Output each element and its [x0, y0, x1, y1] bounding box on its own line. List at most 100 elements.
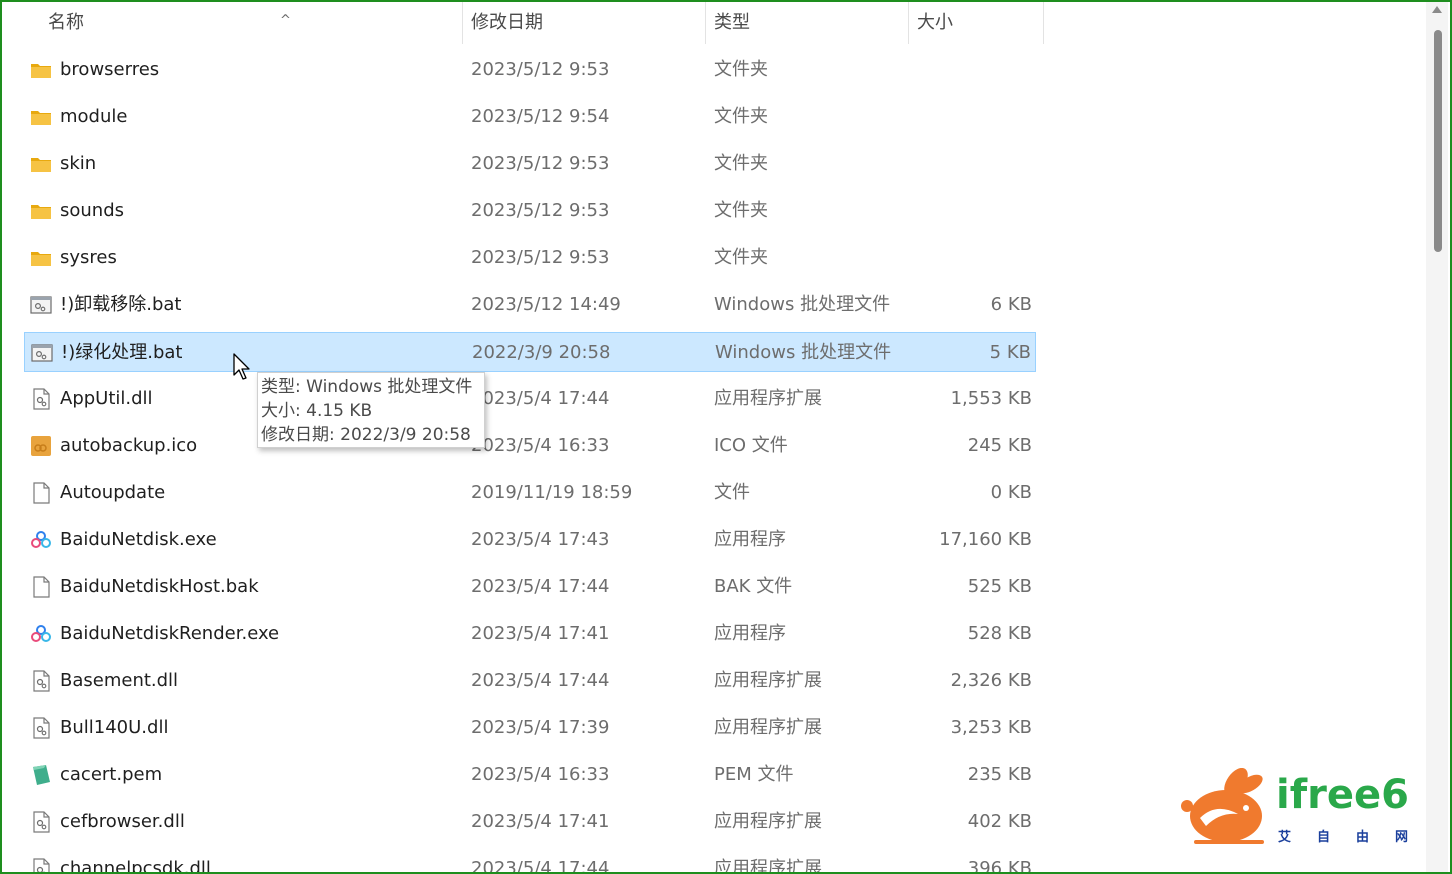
file-type: 应用程序扩展 — [714, 811, 822, 832]
file-name: browserres — [60, 59, 160, 80]
column-header-size-label: 大小 — [917, 12, 953, 33]
file-modified-date: 2023/5/4 16:33 — [471, 764, 610, 785]
file-modified-date: 2022/3/9 20:58 — [472, 342, 611, 363]
blank-file-icon — [30, 576, 52, 598]
file-type: BAK 文件 — [714, 576, 793, 597]
folder-icon — [30, 59, 52, 81]
file-size: 235 KB — [967, 764, 1032, 785]
folder-icon — [30, 200, 52, 222]
file-row[interactable]: autobackup.ico 2023/5/4 16:33 ICO 文件 245 KB — [24, 426, 1036, 466]
file-name: !)卸载移除.bat — [60, 294, 182, 315]
scrollbar-thumb[interactable] — [1434, 30, 1442, 252]
dll-file-icon — [30, 670, 52, 692]
baidu-netdisk-icon — [30, 623, 52, 645]
file-type: 文件夹 — [714, 153, 768, 174]
file-row[interactable]: cefbrowser.dll 2023/5/4 17:41 应用程序扩展 402 KB — [24, 802, 1036, 842]
file-row[interactable]: cacert.pem 2023/5/4 16:33 PEM 文件 235 KB — [24, 755, 1036, 795]
file-name: cacert.pem — [60, 764, 163, 785]
tooltip-type-line: 类型: Windows 批处理文件 — [261, 377, 473, 397]
file-modified-date: 2023/5/4 17:41 — [471, 811, 610, 832]
file-name: module — [60, 106, 128, 127]
file-row[interactable]: Bull140U.dll 2023/5/4 17:39 应用程序扩展 3,253 KB — [24, 708, 1036, 748]
scroll-up-arrow-icon[interactable] — [1432, 6, 1442, 13]
dll-file-icon — [30, 388, 52, 410]
batch-file-icon — [30, 294, 52, 316]
file-info-tooltip: 类型: Windows 批处理文件 大小: 4.15 KB 修改日期: 2022… — [257, 372, 485, 448]
column-divider[interactable] — [1043, 2, 1044, 44]
file-size: 17,160 KB — [939, 529, 1032, 550]
file-name: BaiduNetdiskHost.bak — [60, 576, 259, 597]
file-type: 文件夹 — [714, 200, 768, 221]
file-row[interactable]: BaiduNetdisk.exe 2023/5/4 17:43 应用程序 17,160… — [24, 520, 1036, 560]
file-name: BaiduNetdiskRender.exe — [60, 623, 280, 644]
file-explorer-window: 名称 ^ 修改日期 类型 大小 browserres 2023/5/12 9:53… — [2, 2, 1450, 872]
baidu-netdisk-icon — [30, 529, 52, 551]
file-row[interactable]: sounds 2023/5/12 9:53 文件夹 — [24, 191, 1036, 231]
watermark-subtitle-char: 艾 — [1278, 830, 1292, 845]
folder-icon — [30, 247, 52, 269]
file-modified-date: 2023/5/4 16:33 — [471, 435, 610, 456]
file-type: 应用程序扩展 — [714, 388, 822, 409]
dll-file-icon — [30, 858, 52, 872]
file-modified-date: 2023/5/4 17:39 — [471, 717, 610, 738]
watermark-subtitle: 艾 自 由 网 — [1278, 826, 1408, 845]
column-header-date[interactable]: 修改日期 — [463, 2, 706, 44]
file-name: autobackup.ico — [60, 435, 198, 456]
file-row[interactable]: BaiduNetdiskRender.exe 2023/5/4 17:41 应用程序… — [24, 614, 1036, 654]
file-row[interactable]: !)绿化处理.bat 2022/3/9 20:58 Windows 批处理文件 5 K… — [24, 332, 1036, 372]
tooltip-size-line: 大小: 4.15 KB — [261, 401, 373, 421]
mouse-pointer-icon — [233, 353, 250, 380]
file-row[interactable]: channelpcsdk.dll 2023/5/4 17:44 应用程序扩展 396 … — [24, 849, 1036, 872]
file-row[interactable]: skin 2023/5/12 9:53 文件夹 — [24, 144, 1036, 184]
file-row[interactable]: browserres 2023/5/12 9:53 文件夹 — [24, 50, 1036, 90]
file-type: 文件 — [714, 482, 750, 503]
file-modified-date: 2023/5/4 17:44 — [471, 858, 610, 872]
file-modified-date: 2023/5/4 17:43 — [471, 529, 610, 550]
file-modified-date: 2023/5/12 9:53 — [471, 200, 610, 221]
file-type: 文件夹 — [714, 247, 768, 268]
file-name: sysres — [60, 247, 117, 268]
file-type: PEM 文件 — [714, 764, 794, 785]
file-type: 应用程序 — [714, 623, 786, 644]
file-name: channelpcsdk.dll — [60, 858, 211, 872]
file-row[interactable]: Basement.dll 2023/5/4 17:44 应用程序扩展 2,326 KB — [24, 661, 1036, 701]
file-row[interactable]: !)卸载移除.bat 2023/5/12 14:49 Windows 批处理文件 6 … — [24, 285, 1036, 325]
file-modified-date: 2023/5/4 17:44 — [471, 670, 610, 691]
column-header-bar: 名称 ^ 修改日期 类型 大小 — [2, 2, 1422, 44]
file-modified-date: 2023/5/12 9:53 — [471, 247, 610, 268]
sort-ascending-icon: ^ — [280, 13, 291, 28]
file-type: Windows 批处理文件 — [714, 294, 891, 315]
ifree6-watermark: ifree6 艾 自 由 网 — [1176, 768, 1416, 848]
file-type: 文件夹 — [714, 106, 768, 127]
file-name: Basement.dll — [60, 670, 179, 691]
file-name: !)绿化处理.bat — [61, 342, 183, 363]
file-row[interactable]: sysres 2023/5/12 9:53 文件夹 — [24, 238, 1036, 278]
column-header-size[interactable]: 大小 — [909, 2, 1044, 44]
certificate-icon — [30, 764, 52, 786]
file-type: ICO 文件 — [714, 435, 788, 456]
file-name: cefbrowser.dll — [60, 811, 185, 832]
column-header-type[interactable]: 类型 — [706, 2, 909, 44]
file-modified-date: 2023/5/4 17:44 — [471, 388, 610, 409]
file-name: Autoupdate — [60, 482, 166, 503]
file-modified-date: 2023/5/12 9:54 — [471, 106, 610, 127]
file-name: AppUtil.dll — [60, 388, 153, 409]
file-row[interactable]: module 2023/5/12 9:54 文件夹 — [24, 97, 1036, 137]
file-size: 245 KB — [967, 435, 1032, 456]
file-name: Bull140U.dll — [60, 717, 169, 738]
file-size: 528 KB — [967, 623, 1032, 644]
file-type: 应用程序 — [714, 529, 786, 550]
column-header-type-label: 类型 — [714, 12, 750, 33]
file-row[interactable]: Autoupdate 2019/11/19 18:59 文件 0 KB — [24, 473, 1036, 513]
file-name: sounds — [60, 200, 125, 221]
column-header-name-label: 名称 — [48, 12, 84, 33]
file-size: 5 KB — [989, 342, 1031, 363]
dll-file-icon — [30, 811, 52, 833]
column-header-name[interactable]: 名称 ^ — [40, 2, 463, 44]
batch-file-icon — [31, 342, 53, 364]
vertical-scrollbar[interactable] — [1426, 2, 1448, 872]
file-row[interactable]: AppUtil.dll 2023/5/4 17:44 应用程序扩展 1,553 KB — [24, 379, 1036, 419]
file-modified-date: 2023/5/4 17:44 — [471, 576, 610, 597]
file-row[interactable]: BaiduNetdiskHost.bak 2023/5/4 17:44 BAK 文件… — [24, 567, 1036, 607]
ico-file-icon — [30, 435, 52, 457]
